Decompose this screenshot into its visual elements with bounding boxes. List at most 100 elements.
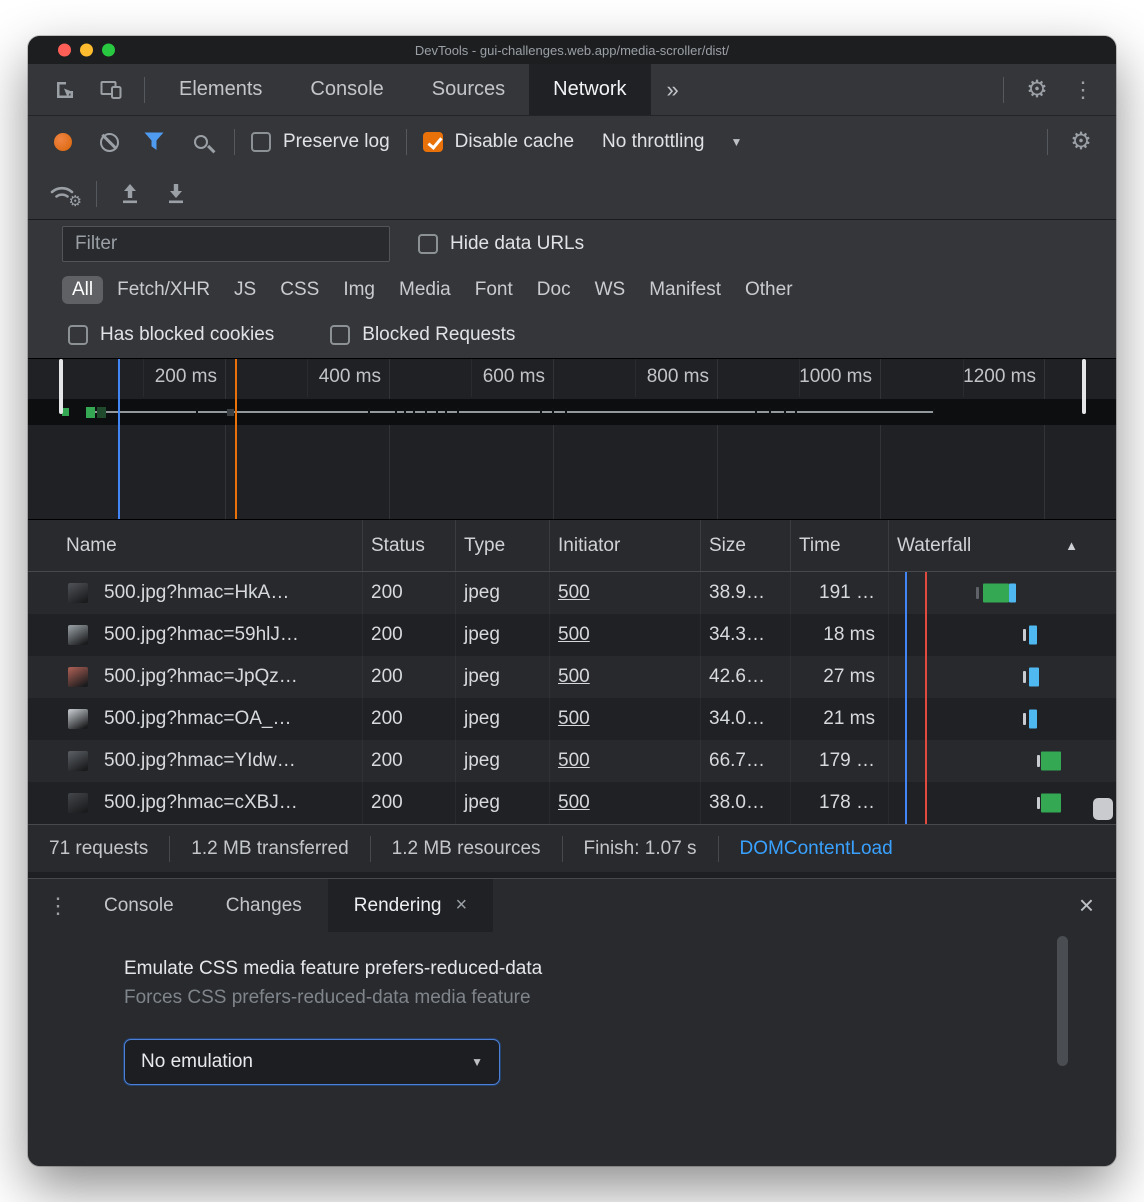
- initiator-link[interactable]: 500: [558, 708, 590, 730]
- table-row[interactable]: 500.jpg?hmac=HkA… 200 jpeg 500 38.9… 191…: [28, 572, 1116, 614]
- tab-elements[interactable]: Elements: [155, 64, 286, 115]
- export-har-icon[interactable]: [153, 182, 199, 206]
- drawer-tab-rendering[interactable]: Rendering ×: [328, 879, 493, 932]
- main-tabbar: Elements Console Sources Network » ⚙ ⋮: [28, 64, 1116, 116]
- type-filter-all[interactable]: All: [62, 276, 103, 304]
- tab-sources[interactable]: Sources: [408, 64, 529, 115]
- checkbox-box-checked: [423, 132, 443, 152]
- overview-tick-mark: [769, 408, 771, 416]
- close-window-button[interactable]: [58, 44, 71, 57]
- type-filter-other[interactable]: Other: [735, 276, 803, 304]
- filter-funnel-icon[interactable]: [132, 131, 178, 154]
- initiator-link[interactable]: 500: [558, 582, 590, 604]
- emulation-select[interactable]: No emulation ▼: [124, 1039, 500, 1085]
- request-status: 200: [362, 782, 455, 824]
- drawer-kebab-menu-icon[interactable]: ⋮: [38, 879, 78, 932]
- table-scrollbar-thumb[interactable]: [1093, 798, 1113, 820]
- divider: [1047, 129, 1048, 155]
- kebab-menu-icon[interactable]: ⋮: [1060, 64, 1106, 115]
- table-row[interactable]: 500.jpg?hmac=59hlJ… 200 jpeg 500 34.3… 1…: [28, 614, 1116, 656]
- column-header-time[interactable]: Time: [790, 520, 888, 571]
- request-size: 66.7…: [700, 740, 790, 782]
- initiator-link[interactable]: 500: [558, 624, 590, 646]
- tab-network[interactable]: Network: [529, 64, 650, 115]
- overview-left-handle[interactable]: [59, 359, 63, 414]
- overview-request-bar: [62, 408, 69, 416]
- timeline-overview[interactable]: 200 ms 400 ms 600 ms 800 ms 1000 ms 1200…: [28, 359, 1116, 520]
- overview-right-handle[interactable]: [1082, 359, 1086, 414]
- initiator-link[interactable]: 500: [558, 750, 590, 772]
- initiator-link[interactable]: 500: [558, 666, 590, 688]
- throttling-value: No throttling: [602, 131, 704, 153]
- type-filter-ws[interactable]: WS: [585, 276, 636, 304]
- drawer-tab-changes[interactable]: Changes: [200, 879, 328, 932]
- checkbox-box: [418, 234, 438, 254]
- type-filter-font[interactable]: Font: [465, 276, 523, 304]
- throttling-select[interactable]: No throttling ▼: [602, 131, 742, 153]
- waterfall-cell: [888, 614, 1116, 656]
- column-header-initiator[interactable]: Initiator: [549, 520, 700, 571]
- zoom-window-button[interactable]: [102, 44, 115, 57]
- type-filter-img[interactable]: Img: [333, 276, 385, 304]
- drawer-tab-rendering-label: Rendering: [354, 895, 442, 917]
- time-tick-label: 800 ms: [579, 366, 709, 388]
- network-settings-gear-icon[interactable]: ⚙: [1058, 130, 1104, 154]
- has-blocked-cookies-checkbox[interactable]: Has blocked cookies: [68, 324, 274, 346]
- request-time: 18 ms: [790, 614, 888, 656]
- small-gear-icon: ⚙: [69, 192, 82, 210]
- network-conditions-icon[interactable]: ⚙: [40, 181, 86, 207]
- type-filter-doc[interactable]: Doc: [527, 276, 581, 304]
- blocked-requests-checkbox[interactable]: Blocked Requests: [330, 324, 515, 346]
- overview-tick-mark: [196, 408, 198, 416]
- search-icon[interactable]: [178, 135, 224, 149]
- preserve-log-checkbox[interactable]: Preserve log: [251, 131, 390, 153]
- column-header-waterfall[interactable]: Waterfall ▲: [888, 520, 1116, 571]
- sort-ascending-icon[interactable]: ▲: [1065, 538, 1078, 553]
- drawer-scrollbar-thumb[interactable]: [1057, 936, 1068, 1066]
- settings-gear-icon[interactable]: ⚙: [1014, 64, 1060, 115]
- record-network-log-icon[interactable]: [40, 133, 86, 151]
- table-row[interactable]: 500.jpg?hmac=YIdw… 200 jpeg 500 66.7… 17…: [28, 740, 1116, 782]
- emulation-select-value: No emulation: [141, 1051, 253, 1073]
- type-filter-css[interactable]: CSS: [270, 276, 329, 304]
- column-header-size[interactable]: Size: [700, 520, 790, 571]
- preserve-log-label: Preserve log: [283, 131, 390, 153]
- file-thumbnail: [68, 751, 88, 771]
- request-size: 38.0…: [700, 782, 790, 824]
- record-dot: [54, 133, 72, 151]
- checkbox-box: [251, 132, 271, 152]
- request-name: 500.jpg?hmac=HkA…: [104, 582, 289, 604]
- tab-console[interactable]: Console: [286, 64, 407, 115]
- table-row[interactable]: 500.jpg?hmac=cXBJ… 200 jpeg 500 38.0… 17…: [28, 782, 1116, 824]
- column-header-type[interactable]: Type: [455, 520, 549, 571]
- overview-request-bar: [86, 407, 95, 418]
- type-filter-media[interactable]: Media: [389, 276, 461, 304]
- drawer-tab-console[interactable]: Console: [78, 879, 200, 932]
- import-har-icon[interactable]: [107, 182, 153, 206]
- inspect-element-icon[interactable]: [42, 64, 88, 115]
- clear-network-log-icon[interactable]: [86, 133, 132, 152]
- column-header-status[interactable]: Status: [362, 520, 455, 571]
- resource-type-filters: All Fetch/XHR JS CSS Img Media Font Doc …: [62, 268, 1116, 312]
- close-drawer-icon[interactable]: ×: [1079, 890, 1094, 921]
- tab-close-icon[interactable]: ×: [455, 894, 467, 917]
- disable-cache-checkbox[interactable]: Disable cache: [423, 131, 574, 153]
- request-name: 500.jpg?hmac=59hlJ…: [104, 624, 299, 646]
- filter-input[interactable]: [62, 226, 390, 262]
- type-filter-js[interactable]: JS: [224, 276, 266, 304]
- divider: [144, 77, 145, 103]
- waterfall-cell: [888, 782, 1116, 824]
- more-tabs-icon[interactable]: »: [651, 64, 695, 115]
- checkbox-box: [330, 325, 350, 345]
- type-filter-manifest[interactable]: Manifest: [639, 276, 731, 304]
- table-row[interactable]: 500.jpg?hmac=JpQz… 200 jpeg 500 42.6… 27…: [28, 656, 1116, 698]
- waterfall-bar: [1029, 626, 1037, 645]
- column-header-name[interactable]: Name: [28, 520, 362, 571]
- device-toolbar-icon[interactable]: [88, 64, 134, 115]
- hide-data-urls-checkbox[interactable]: Hide data URLs: [418, 233, 584, 255]
- minimize-window-button[interactable]: [80, 44, 93, 57]
- grid-line: [717, 359, 718, 519]
- type-filter-fetch-xhr[interactable]: Fetch/XHR: [107, 276, 220, 304]
- table-row[interactable]: 500.jpg?hmac=OA_… 200 jpeg 500 34.0… 21 …: [28, 698, 1116, 740]
- initiator-link[interactable]: 500: [558, 792, 590, 814]
